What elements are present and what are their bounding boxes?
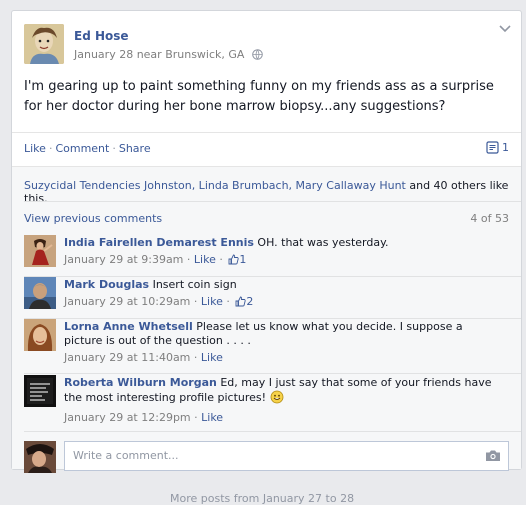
post-actions-bar: Like · Comment · Share 1	[12, 132, 521, 166]
reply-box: Write a comment...	[24, 441, 509, 473]
more-posts-link[interactable]: More posts from January 27 to 28	[170, 492, 354, 505]
comment-timestamp[interactable]: January 29 at 10:29am	[64, 295, 190, 308]
view-previous-comments[interactable]: View previous comments	[24, 212, 162, 225]
likers-names[interactable]: Suzycidal Tendencies Johnston, Linda Bru…	[24, 179, 406, 192]
globe-icon[interactable]	[252, 49, 263, 63]
comment-text: Insert coin sign	[152, 278, 237, 291]
share-count-icon	[486, 141, 499, 154]
comment-timestamp[interactable]: January 29 at 11:40am	[64, 351, 190, 364]
thumbs-up-icon	[235, 296, 246, 307]
commenter-avatar[interactable]	[24, 277, 56, 309]
comment-meta: January 29 at 10:29am · Like · 2	[64, 295, 254, 308]
commenter-name[interactable]: India Fairellen Demarest Ennis	[64, 236, 254, 249]
commenter-avatar[interactable]	[24, 235, 56, 267]
thumbs-up-icon	[228, 254, 239, 265]
comment-like-link[interactable]: Like	[201, 411, 223, 424]
comment-meta: January 29 at 9:39am · Like · 1	[64, 253, 247, 266]
divider	[24, 201, 521, 202]
commenter-avatar[interactable]	[24, 319, 56, 351]
separator: ·	[48, 142, 53, 155]
separator: ·	[112, 142, 116, 155]
comment-input[interactable]: Write a comment...	[64, 441, 509, 471]
post-meta: January 28 near Brunswick, GA	[74, 48, 263, 63]
comment-link[interactable]: Comment	[55, 142, 109, 155]
comment-like-count[interactable]: 2	[246, 295, 253, 308]
divider	[24, 276, 521, 277]
comment-body: Mark Douglas Insert coin sign January 29…	[64, 278, 504, 309]
commenter-name[interactable]: Lorna Anne Whetsell	[64, 320, 193, 333]
share-link[interactable]: Share	[119, 142, 151, 155]
comment-timestamp[interactable]: January 29 at 9:39am	[64, 253, 183, 266]
comment-like-count[interactable]: 1	[239, 253, 246, 266]
commenter-name[interactable]: Roberta Wilburn Morgan	[64, 376, 217, 389]
post-text: I'm gearing up to paint something funny …	[24, 79, 494, 114]
post-card: Ed Hose January 28 near Brunswick, GA I'…	[11, 10, 522, 473]
comment-body: Roberta Wilburn Morgan Ed, may I just sa…	[64, 376, 504, 425]
commenter-avatar[interactable]	[24, 375, 56, 407]
post-header: Ed Hose January 28 near Brunswick, GA	[24, 24, 494, 66]
divider	[24, 431, 521, 432]
comments-section: Suzycidal Tendencies Johnston, Linda Bru…	[12, 166, 521, 473]
comment-body: India Fairellen Demarest Ennis OH. that …	[64, 236, 504, 267]
share-count[interactable]: 1	[486, 141, 509, 154]
comment-timestamp[interactable]: January 29 at 12:29pm	[64, 411, 191, 424]
comment-like-link[interactable]: Like	[201, 351, 223, 364]
comment-body: Lorna Anne Whetsell Please let us know w…	[64, 320, 504, 365]
current-user-avatar	[24, 441, 56, 473]
chevron-down-icon[interactable]	[499, 23, 511, 36]
commenter-name[interactable]: Mark Douglas	[64, 278, 149, 291]
author-name[interactable]: Ed Hose	[74, 29, 129, 43]
smiley-icon	[270, 390, 284, 408]
like-link[interactable]: Like	[24, 142, 46, 155]
comment-meta: January 29 at 12:29pm · Like	[64, 411, 224, 424]
camera-icon[interactable]	[485, 449, 501, 465]
share-count-value: 1	[502, 141, 509, 154]
divider	[24, 373, 521, 374]
author-avatar[interactable]	[24, 24, 64, 64]
comment-like-link[interactable]: Like	[194, 253, 216, 266]
comment-count: 4 of 53	[470, 212, 509, 225]
post-timestamp-location[interactable]: January 28 near Brunswick, GA	[74, 48, 244, 61]
post-actions: Like · Comment · Share	[24, 142, 151, 155]
comment-meta: January 29 at 11:40am · Like	[64, 351, 223, 364]
divider	[24, 318, 521, 319]
comment-like-link[interactable]: Like	[201, 295, 223, 308]
comment-text: OH. that was yesterday.	[257, 236, 389, 249]
